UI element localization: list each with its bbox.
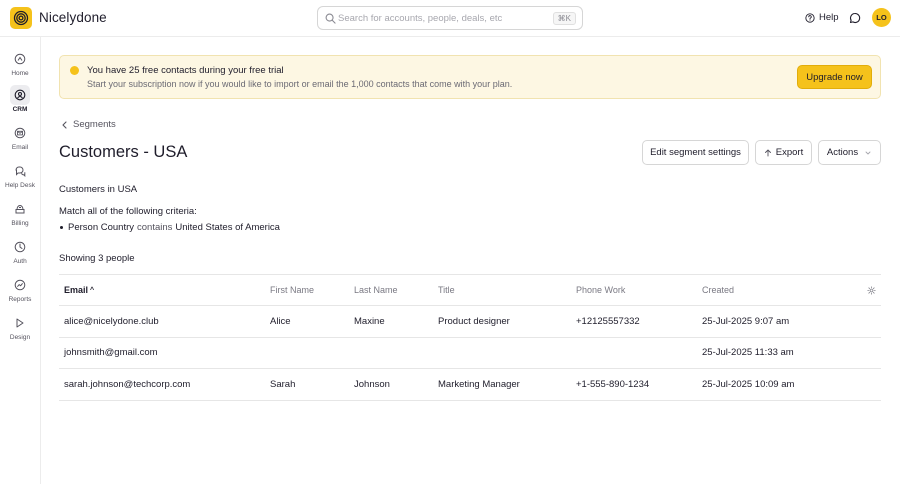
chevron-left-icon (62, 120, 67, 129)
export-button[interactable]: Export (755, 140, 812, 165)
help-button[interactable]: Help (805, 12, 839, 23)
breadcrumb[interactable]: Segments (61, 119, 116, 130)
actions-label: Actions (826, 147, 859, 158)
column-header-created[interactable]: Created (702, 275, 734, 305)
sidebar-item-label: Home (11, 70, 29, 77)
table-header: Email ^ First Name Last Name Title Phone … (59, 275, 881, 306)
cell-created: 25-Jul-2025 9:07 am (702, 315, 790, 327)
people-table: Email ^ First Name Last Name Title Phone … (59, 274, 881, 401)
table-row[interactable]: sarah.johnson@techcorp.com Sarah Johnson… (59, 369, 881, 401)
sidebar-item-reports[interactable]: Reports (0, 275, 40, 311)
export-label: Export (775, 147, 804, 158)
banner-title: You have 25 free contacts during your fr… (87, 65, 284, 76)
column-header-phone-work[interactable]: Phone Work (576, 275, 625, 305)
edit-segment-settings-button[interactable]: Edit segment settings (642, 140, 749, 165)
sidebar-item-auth[interactable]: Auth (0, 237, 40, 273)
question-circle-icon (805, 12, 815, 23)
trial-banner: You have 25 free contacts during your fr… (59, 55, 881, 99)
help-label: Help (819, 12, 839, 23)
chevron-down-icon (865, 151, 871, 154)
cell-title: Marketing Manager (438, 378, 520, 390)
gear-icon[interactable] (867, 286, 876, 295)
cell-first-name: Alice (270, 315, 291, 327)
sidebar-item-label: CRM (12, 106, 28, 113)
breadcrumb-segments-link[interactable]: Segments (73, 119, 116, 130)
sidebar-item-email[interactable]: Email (0, 123, 40, 159)
column-header-title[interactable]: Title (438, 275, 455, 305)
sidebar-item-label: Auth (13, 258, 27, 265)
sidebar-item-label: Design (9, 334, 31, 341)
table-row[interactable]: alice@nicelydone.club Alice Maxine Produ… (59, 306, 881, 338)
logo-spiral-icon (13, 10, 29, 26)
search-input[interactable] (338, 9, 548, 27)
sort-asc-icon: ^ (90, 286, 95, 294)
global-search[interactable]: ⌘K (317, 6, 583, 30)
banner-subtitle: Start your subscription now if you would… (87, 79, 513, 89)
app-logo[interactable] (10, 7, 32, 29)
cell-first-name: Sarah (270, 378, 296, 390)
actions-dropdown-button[interactable]: Actions (818, 140, 881, 165)
sidebar-item-help-desk[interactable]: Help Desk (0, 161, 40, 197)
cell-title: Product designer (438, 315, 510, 327)
warning-dot-icon (70, 66, 79, 75)
edit-segment-settings-label: Edit segment settings (650, 147, 741, 158)
cell-email[interactable]: alice@nicelydone.club (64, 306, 159, 337)
search-icon (325, 13, 336, 24)
cell-phone-work: +1-555-890-1234 (576, 378, 650, 390)
top-bar: Nicelydone ⌘K Help LO (0, 0, 900, 37)
user-avatar[interactable]: LO (872, 8, 891, 27)
criteria-value: United States of America (175, 222, 280, 233)
cell-email[interactable]: johnsmith@gmail.com (64, 338, 158, 369)
table-row[interactable]: johnsmith@gmail.com 25-Jul-2025 11:33 am (59, 338, 881, 369)
email-icon (14, 127, 26, 139)
criteria-field: Person Country (68, 222, 135, 233)
sidebar-item-label: Reports (8, 296, 32, 303)
cell-last-name: Johnson (354, 378, 390, 390)
page-title: Customers - USA (59, 143, 188, 161)
sidebar-item-label: Help Desk (5, 182, 35, 189)
segment-description: Customers in USA (59, 184, 138, 195)
help-desk-icon (15, 166, 26, 177)
app-title: Nicelydone (39, 10, 107, 25)
bullet-icon (60, 226, 63, 229)
home-icon (14, 53, 26, 65)
sidebar-nav: Home CRM Email Help Desk Billing Auth Re… (0, 37, 41, 484)
cell-last-name: Maxine (354, 315, 385, 327)
cell-created: 25-Jul-2025 10:09 am (702, 378, 795, 390)
column-header-first-name[interactable]: First Name (270, 275, 314, 305)
cell-phone-work: +12125557332 (576, 315, 640, 327)
auth-icon (14, 241, 26, 253)
result-count: Showing 3 people (59, 253, 135, 264)
upgrade-button[interactable]: Upgrade now (797, 65, 872, 89)
arrow-up-icon (764, 149, 771, 156)
design-icon (16, 318, 24, 328)
billing-icon (15, 204, 25, 214)
cell-created: 25-Jul-2025 11:33 am (702, 347, 794, 359)
column-header-email[interactable]: Email ^ (64, 275, 94, 305)
sidebar-item-label: Email (11, 144, 29, 151)
chat-bubble-icon[interactable] (849, 12, 861, 24)
criteria-operator: contains (137, 222, 173, 233)
criteria-item: Person Country contains United States of… (59, 222, 280, 233)
reports-icon (14, 279, 26, 291)
crm-icon (14, 89, 26, 101)
column-header-last-name[interactable]: Last Name (354, 275, 398, 305)
sidebar-item-home[interactable]: Home (0, 49, 40, 85)
sidebar-item-label: Billing (11, 220, 29, 227)
search-shortcut-badge: ⌘K (552, 12, 576, 25)
criteria-label: Match all of the following criteria: (59, 206, 197, 217)
sidebar-item-crm[interactable]: CRM (0, 85, 40, 121)
sidebar-item-design[interactable]: Design (0, 313, 40, 349)
sidebar-item-billing[interactable]: Billing (0, 199, 40, 235)
cell-email[interactable]: sarah.johnson@techcorp.com (64, 369, 190, 400)
